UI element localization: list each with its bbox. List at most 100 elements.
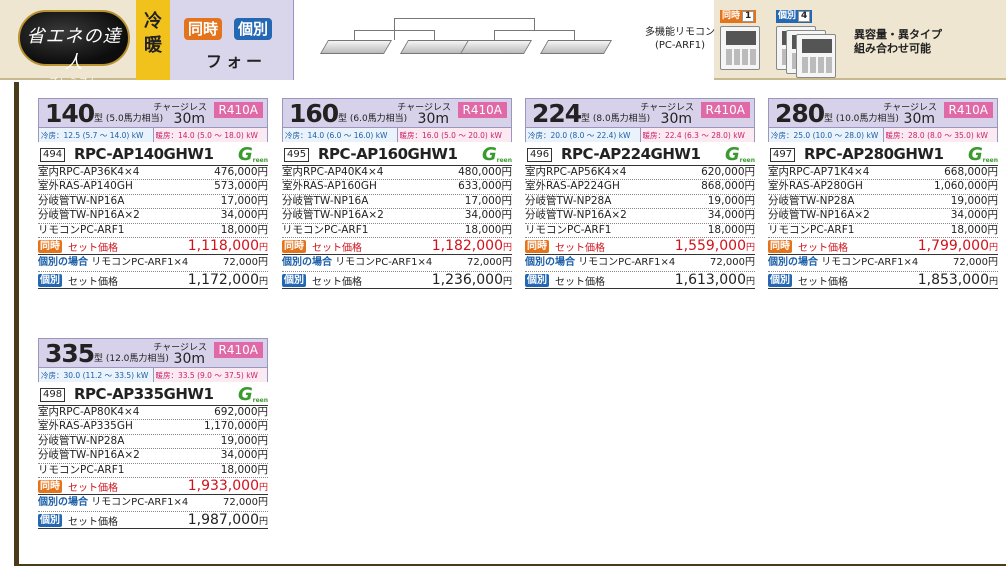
individual-price-row: 個別 セット価格 1,853,000円: [768, 272, 998, 290]
component-row: 分岐管TW-NP28A 19,000円: [768, 194, 998, 210]
component-list: 室内RPC-AP56K4×4 620,000円 室外RAS-AP224GH 868,0…: [525, 166, 755, 239]
cooling-capacity: 冷房：20.0 (8.0 ～ 22.4) kW: [526, 127, 640, 142]
component-price: 18,000円: [464, 223, 512, 236]
component-name: リモコンPC-ARF1: [525, 223, 612, 236]
model-row: 494 RPC-AP140GHW1 Green: [38, 142, 268, 166]
brand-logo: 省エネの達人 プレミアム: [18, 10, 130, 86]
component-row: リモコンPC-ARF1 18,000円: [38, 224, 268, 239]
heating-capacity: 暖房：28.0 (8.0 ～ 35.0) kW: [882, 127, 997, 142]
component-row: 室内RPC-AP56K4×4 620,000円: [525, 166, 755, 181]
size-number: 280: [775, 99, 825, 128]
component-name: 分岐管TW-NP16A: [38, 194, 125, 207]
simultaneous-price-row: 同時 セット価格 1,182,000円: [282, 238, 512, 256]
set-price-label: セット価格: [312, 242, 362, 254]
individual-price-row: 個別 セット価格 1,236,000円: [282, 272, 512, 290]
individual-remote-row: 個別の場合 リモコンPC-ARF1×4 72,000円: [282, 255, 512, 273]
individual-remote-price: 72,000円: [953, 257, 998, 269]
individual-remote: リモコンPC-ARF1×4: [578, 257, 676, 269]
component-name: 分岐管TW-NP16A×2: [38, 449, 140, 462]
pipe-line: [434, 30, 435, 40]
item-number: 496: [527, 148, 553, 162]
capacity-row: 冷房：30.0 (11.2 ～ 33.5) kW 暖房：33.5 (9.0 ～ …: [39, 367, 267, 382]
model-name: RPC-AP140GHW1: [74, 145, 214, 163]
component-row: 室外RAS-AP280GH 1,060,000円: [768, 180, 998, 195]
refrigerant-badge: R410A: [700, 102, 750, 118]
page-border: [14, 564, 1006, 566]
individual-tag: 個別: [282, 273, 306, 287]
individual-remote: リモコンPC-ARF1×4: [91, 257, 189, 269]
simultaneous-price-row: 同時 セット価格 1,799,000円: [768, 238, 998, 256]
component-price: 34,000円: [464, 209, 512, 222]
individual-remote-price: 72,000円: [467, 257, 512, 269]
refrigerant-badge: R410A: [943, 102, 993, 118]
individual-tag: 個別: [234, 18, 273, 40]
pipe-line: [574, 30, 575, 40]
component-list: 室内RPC-AP40K4×4 480,000円 室外RAS-AP160GH 633,0…: [282, 166, 512, 239]
page-border: [14, 82, 19, 564]
type-box: 同時 個別 フォー: [170, 0, 294, 80]
component-price: 868,000円: [701, 180, 755, 193]
model-row: 498 RPC-AP335GHW1 Green: [38, 382, 268, 406]
cooling-capacity: 冷房：25.0 (10.0 ～ 28.0) kW: [769, 127, 883, 142]
model-name: RPC-AP224GHW1: [561, 145, 701, 163]
product-card-335: 335 型 (12.0馬力相当) チャージレス 30m R410A 冷房：30.…: [38, 338, 268, 530]
simultaneous-count: 1: [742, 11, 755, 22]
set-price-label: セット価格: [555, 242, 605, 254]
individual-remote-row: 個別の場合 リモコンPC-ARF1×4 72,000円: [525, 255, 755, 273]
individual-case-label: 個別の場合: [38, 497, 88, 509]
simultaneous-price-row: 同時 セット価格 1,118,000円: [38, 238, 268, 256]
model-name: RPC-AP160GHW1: [318, 145, 458, 163]
logo-subtext: プレミアム: [49, 77, 99, 86]
size-number: 335: [45, 339, 95, 368]
individual-count-label: 個別: [778, 11, 797, 21]
component-name: リモコンPC-ARF1: [768, 223, 855, 236]
product-card-280: 280 型 (10.0馬力相当) チャージレス 30m R410A 冷房：25.…: [768, 98, 998, 290]
individual-tag: 個別: [38, 513, 62, 527]
component-row: 室外RAS-AP160GH 633,000円: [282, 180, 512, 195]
heating-capacity: 暖房：33.5 (9.0 ～ 37.5) kW: [152, 367, 267, 382]
individual-remote-price: 72,000円: [223, 497, 268, 509]
capacity-row: 冷房：25.0 (10.0 ～ 28.0) kW 暖房：28.0 (8.0 ～ …: [769, 127, 997, 142]
component-row: 分岐管TW-NP16A×2 34,000円: [38, 449, 268, 464]
simultaneous-tag: 同時: [768, 239, 792, 253]
simultaneous-tag: 同時: [184, 18, 223, 40]
individual-remote-price: 72,000円: [710, 257, 755, 269]
component-row: リモコンPC-ARF1 18,000円: [525, 223, 755, 239]
component-price: 620,000円: [701, 166, 755, 178]
set-price-label: セット価格: [798, 276, 848, 288]
remote-label: 多機能リモコン (PC-ARF1): [636, 26, 724, 52]
pipe-line: [534, 18, 535, 30]
pipe-line: [494, 30, 574, 31]
individual-remote-row: 個別の場合 リモコンPC-ARF1×4 72,000円: [38, 255, 268, 273]
component-price: 1,060,000円: [934, 180, 998, 193]
green-mark-icon: Green: [238, 144, 268, 165]
card-header: 140 型 (5.0馬力相当) チャージレス 30m R410A 冷房：12.5…: [38, 98, 268, 142]
model-row: 497 RPC-AP280GHW1 Green: [768, 142, 998, 166]
component-row: 分岐管TW-NP16A 17,000円: [38, 194, 268, 210]
component-row: リモコンPC-ARF1 18,000円: [38, 463, 268, 479]
combination-note: 異容量・異タイプ 組み合わせ可能: [854, 28, 942, 56]
component-price: 19,000円: [707, 194, 755, 207]
component-name: 室内RPC-AP36K4×4: [38, 166, 140, 178]
component-price: 692,000円: [214, 406, 268, 418]
component-price: 1,170,000円: [204, 420, 268, 433]
heating-capacity: 暖房：16.0 (5.0 ～ 20.0) kW: [396, 127, 511, 142]
model-row: 495 RPC-AP160GHW1 Green: [282, 142, 512, 166]
component-name: 分岐管TW-NP16A×2: [525, 209, 627, 222]
product-card-140: 140 型 (5.0馬力相当) チャージレス 30m R410A 冷房：12.5…: [38, 98, 268, 290]
component-price: 18,000円: [707, 223, 755, 236]
component-name: 分岐管TW-NP28A: [768, 194, 855, 207]
component-price: 19,000円: [950, 194, 998, 207]
component-price: 17,000円: [464, 194, 512, 207]
individual-set-price: 1,236,000円: [431, 272, 512, 289]
component-name: 分岐管TW-NP16A: [282, 194, 369, 207]
combination-note-line1: 異容量・異タイプ: [854, 28, 942, 41]
individual-price-row: 個別 セット価格 1,613,000円: [525, 272, 755, 290]
product-card-224: 224 型 (8.0馬力相当) チャージレス 30m R410A 冷房：20.0…: [525, 98, 755, 290]
component-name: リモコンPC-ARF1: [282, 223, 369, 236]
component-price: 18,000円: [220, 463, 268, 476]
heating-capacity: 暖房：22.4 (6.3 ～ 28.0) kW: [639, 127, 754, 142]
simultaneous-tag: 同時: [282, 239, 306, 253]
component-name: 室外RAS-AP160GH: [282, 180, 377, 193]
green-mark-icon: Green: [725, 144, 755, 165]
